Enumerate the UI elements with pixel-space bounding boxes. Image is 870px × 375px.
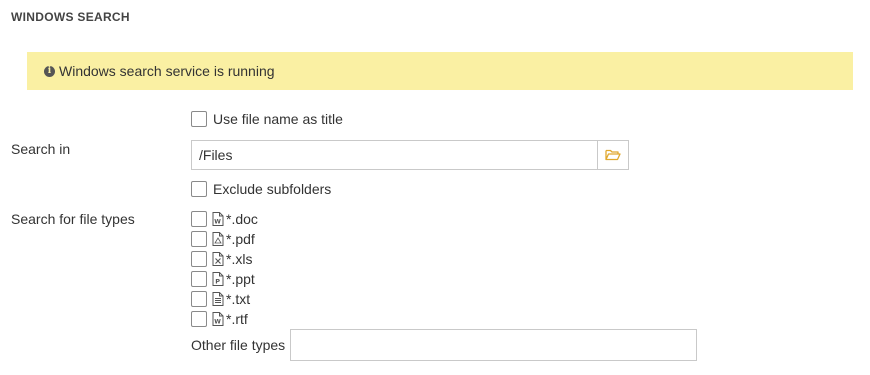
use-file-name-label: Use file name as title (213, 111, 343, 127)
search-in-label: Search in (11, 141, 71, 157)
use-file-name-checkbox[interactable] (191, 111, 207, 127)
file-type-checkbox[interactable] (191, 311, 207, 327)
file-type-row[interactable]: *.xls (191, 250, 252, 268)
folder-open-icon (605, 149, 621, 161)
file-types-label: Search for file types (11, 211, 135, 227)
status-banner: i Windows search service is running (27, 52, 853, 90)
file-type-label: *.xls (226, 251, 253, 267)
pdf-file-icon (212, 232, 224, 246)
section-title: WINDOWS SEARCH (11, 10, 130, 24)
status-message: Windows search service is running (59, 63, 275, 79)
svg-text:W: W (214, 219, 221, 226)
exclude-subfolders-label: Exclude subfolders (213, 181, 332, 197)
powerpoint-file-icon: P (212, 272, 224, 286)
file-type-row[interactable]: W *.rtf (191, 310, 248, 328)
file-type-checkbox[interactable] (191, 271, 207, 287)
file-type-label: *.pdf (226, 231, 255, 247)
other-file-types-input[interactable] (290, 329, 697, 361)
other-file-types-label: Other file types (191, 337, 286, 353)
svg-text:W: W (214, 319, 221, 326)
word-file-icon: W (212, 312, 224, 326)
file-type-checkbox[interactable] (191, 231, 207, 247)
search-path-input[interactable] (191, 140, 598, 170)
use-file-name-option[interactable]: Use file name as title (191, 111, 343, 127)
file-type-label: *.txt (226, 291, 251, 307)
text-file-icon (212, 292, 224, 306)
file-type-checkbox[interactable] (191, 211, 207, 227)
file-type-label: *.doc (226, 211, 258, 227)
file-type-label: *.rtf (226, 311, 248, 327)
exclude-subfolders-checkbox[interactable] (191, 181, 207, 197)
info-circle-icon: i (44, 65, 55, 77)
file-type-row[interactable]: P *.ppt (191, 270, 255, 288)
excel-file-icon (212, 252, 224, 266)
file-type-label: *.ppt (226, 271, 255, 287)
file-type-row[interactable]: *.pdf (191, 230, 255, 248)
file-type-row[interactable]: W *.doc (191, 210, 258, 228)
file-type-checkbox[interactable] (191, 291, 207, 307)
browse-folder-button[interactable] (597, 140, 629, 170)
svg-text:P: P (215, 278, 220, 286)
file-type-row[interactable]: *.txt (191, 290, 250, 308)
file-type-checkbox[interactable] (191, 251, 207, 267)
exclude-subfolders-option[interactable]: Exclude subfolders (191, 181, 331, 197)
word-file-icon: W (212, 212, 224, 226)
